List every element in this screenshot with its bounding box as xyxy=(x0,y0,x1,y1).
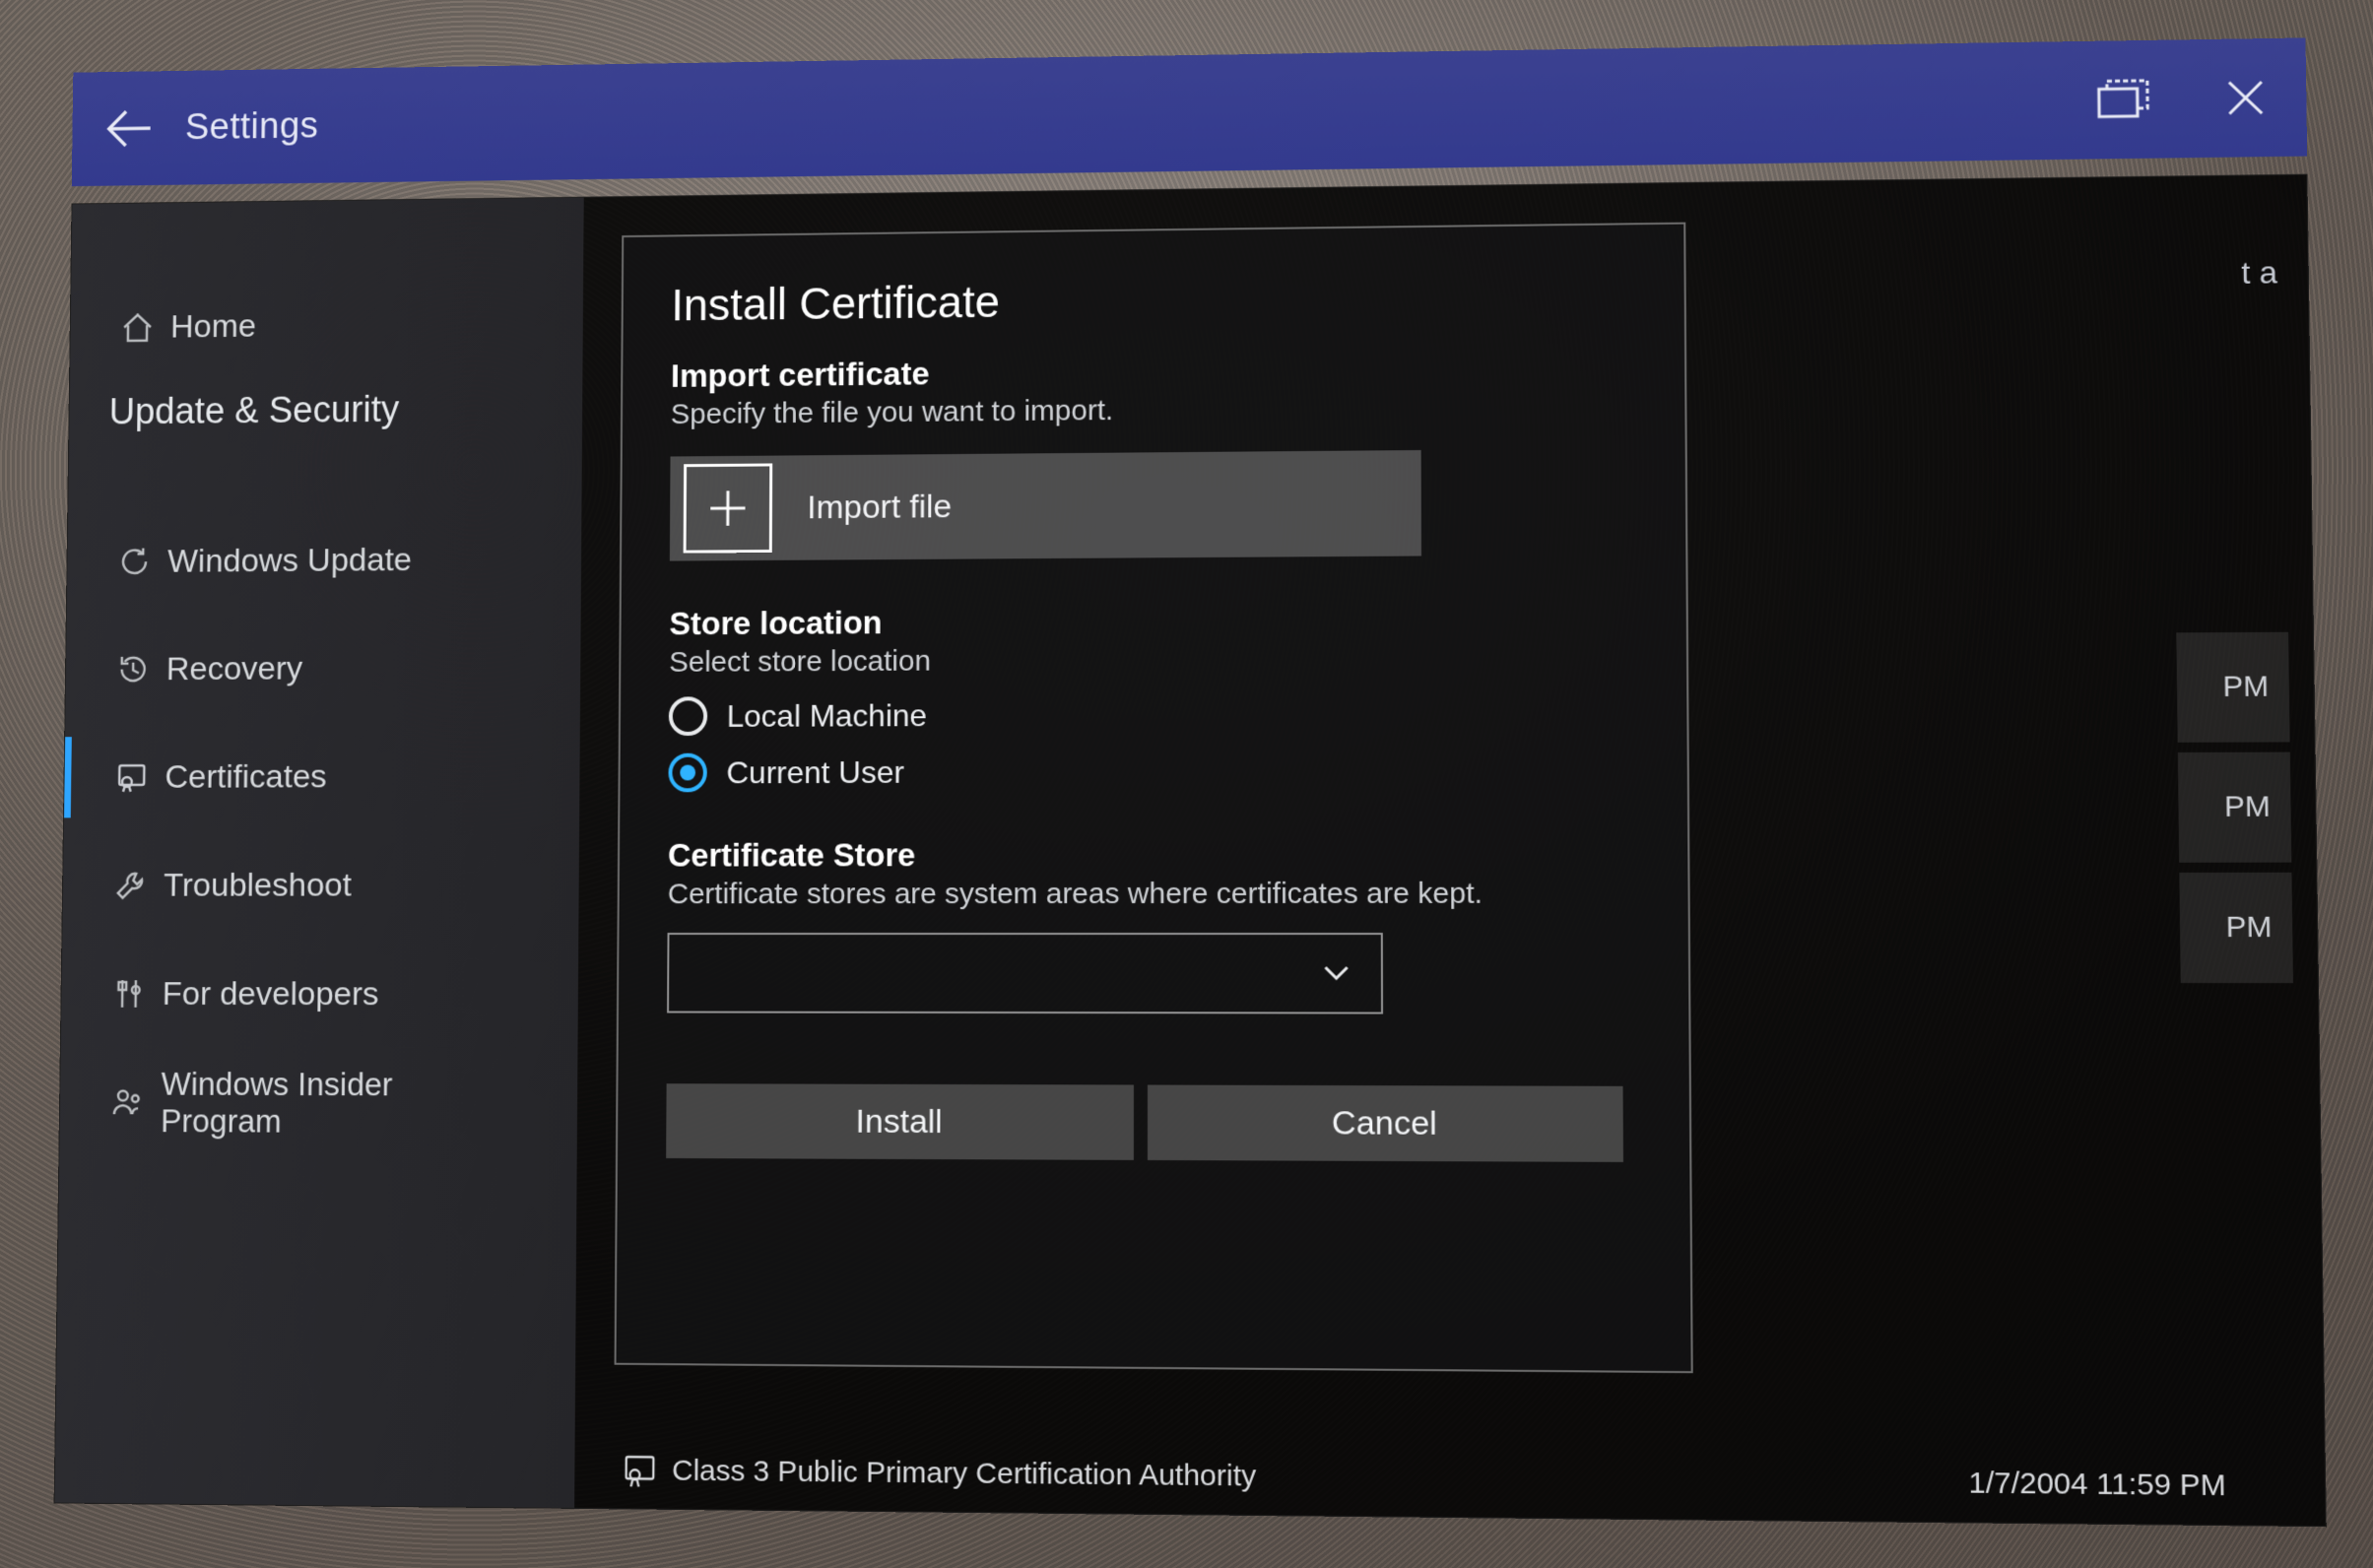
sidebar-item-home[interactable]: Home xyxy=(70,275,583,376)
import-file-label: Import file xyxy=(807,488,952,527)
multi-window-icon xyxy=(2095,77,2154,123)
sidebar-item-windows-update[interactable]: Windows Update xyxy=(67,504,582,616)
radio-label: Current User xyxy=(726,754,904,791)
sidebar-item-windows-insider[interactable]: Windows InsiderProgram xyxy=(59,1048,577,1159)
certificate-date: 1/7/2004 11:59 PM xyxy=(1968,1467,2226,1504)
radio-local-machine[interactable]: Local Machine xyxy=(669,692,1637,736)
back-button[interactable] xyxy=(72,100,185,158)
sidebar: Home Update & Security Windows Update xyxy=(55,198,584,1508)
sidebar-item-label: Windows Update xyxy=(167,541,412,580)
store-location-subtext: Select store location xyxy=(669,641,1636,680)
chevron-down-icon xyxy=(1319,956,1352,990)
import-heading: Import certificate xyxy=(671,348,1635,394)
plus-icon xyxy=(684,463,773,553)
close-button[interactable] xyxy=(2185,75,2307,120)
sidebar-item-for-developers[interactable]: For developers xyxy=(61,940,578,1049)
store-location-heading: Store location xyxy=(669,600,1636,642)
cert-store-combobox[interactable] xyxy=(667,933,1383,1014)
radio-circle-icon xyxy=(669,696,707,736)
close-icon xyxy=(2223,76,2269,120)
history-icon xyxy=(105,652,161,686)
wrench-icon xyxy=(102,868,158,902)
radio-current-user[interactable]: Current User xyxy=(668,751,1637,793)
cert-store-heading: Certificate Store xyxy=(668,835,1638,874)
arrow-left-icon xyxy=(101,100,157,157)
sidebar-item-recovery[interactable]: Recovery xyxy=(65,613,580,723)
certificate-icon xyxy=(104,759,160,794)
install-certificate-dialog: Install Certificate Import certificate S… xyxy=(615,223,1693,1374)
radio-circle-icon xyxy=(668,753,706,793)
window-title: Settings xyxy=(185,105,319,148)
list-row-suffix: PM xyxy=(2176,632,2289,743)
import-file-button[interactable]: Import file xyxy=(670,450,1421,561)
radio-label: Local Machine xyxy=(727,697,927,734)
sidebar-item-label: For developers xyxy=(163,975,379,1013)
certificate-list-row[interactable]: Class 3 Public Primary Certification Aut… xyxy=(612,1451,2313,1507)
cert-store-subtext: Certificate stores are system areas wher… xyxy=(668,878,1638,912)
list-row-suffix: PM xyxy=(2179,873,2293,983)
sidebar-item-label: Certificates xyxy=(165,757,327,796)
certificate-row-icon xyxy=(612,1451,669,1491)
people-icon xyxy=(99,1085,155,1121)
import-subtext: Specify the file you want to import. xyxy=(671,389,1635,431)
sidebar-heading: Update & Security xyxy=(69,370,583,466)
background-text-fragment: t a xyxy=(2241,254,2277,292)
dialog-title: Install Certificate xyxy=(671,268,1634,331)
sync-icon xyxy=(107,545,163,579)
install-button[interactable]: Install xyxy=(666,1083,1134,1160)
multi-window-button[interactable] xyxy=(2064,76,2185,123)
sidebar-item-label: Troubleshoot xyxy=(164,866,352,904)
cancel-button[interactable]: Cancel xyxy=(1148,1085,1623,1162)
sidebar-item-label: Recovery xyxy=(166,650,303,688)
list-row-suffix: PM xyxy=(2178,752,2291,863)
certificate-name: Class 3 Public Primary Certification Aut… xyxy=(672,1455,1256,1494)
sidebar-item-troubleshoot[interactable]: Troubleshoot xyxy=(62,830,579,940)
home-icon xyxy=(110,310,165,345)
sidebar-item-label: Home xyxy=(170,307,256,346)
tools-icon xyxy=(101,976,157,1012)
sidebar-item-certificates[interactable]: Certificates xyxy=(64,722,580,832)
sidebar-item-label: Windows InsiderProgram xyxy=(161,1066,393,1141)
